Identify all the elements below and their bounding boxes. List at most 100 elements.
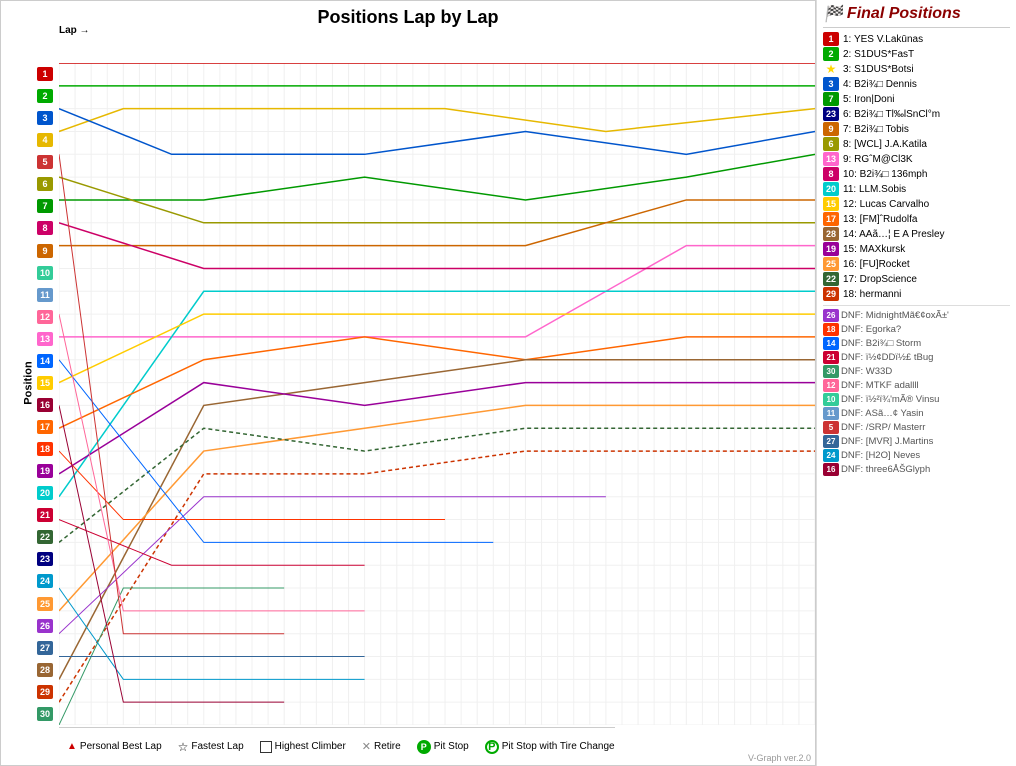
finisher-entry: 23 6: B2i¾□ Tl‰lSnCl°m [823, 107, 1010, 121]
sidebar-title: 🏁 Final Positions [823, 4, 1010, 28]
finisher-name: 2: S1DUS*FasT [843, 49, 914, 60]
finisher-name: 1: YES V.Lakūnas [843, 34, 923, 45]
highest-climber-icon [260, 741, 272, 753]
legend-item: ✕Retire [362, 740, 401, 753]
pos-badge: 2 [823, 47, 839, 61]
finishers-list: 1 1: YES V.Lakūnas 2 2: S1DUS*FasT ★ 3: S1DUS… [823, 32, 1010, 301]
dnf-badge: 27 [823, 435, 839, 448]
y-num-5: 5 [19, 151, 57, 173]
dnf-entry: 11DNF: ASã…¢ Yasin [823, 407, 1010, 420]
y-num-14: 14 [19, 350, 57, 372]
finisher-name: 10: B2i¾□ 136mph [843, 169, 927, 180]
finisher-name: 11: LLM.Sobis [843, 184, 906, 195]
legend-label: Highest Climber [275, 741, 346, 752]
star-badge: ★ [823, 62, 839, 76]
finisher-entry: 1915: MAXkursk [823, 242, 1010, 256]
finisher-name: 4: B2i¾□ Dennis [843, 79, 917, 90]
finisher-entry: 1713: [FM]ˆRudolfa [823, 212, 1010, 226]
dnf-badge: 14 [823, 337, 839, 350]
finisher-entry: 1512: Lucas Carvalho [823, 197, 1010, 211]
y-num-7: 7 [19, 195, 57, 217]
pos-badge: 1 [823, 32, 839, 46]
finisher-entry: 13 9: RGˆM@Cl3K [823, 152, 1010, 166]
chart-svg: 1234567891011121314151617181920212223242… [59, 63, 815, 725]
retire-icon: ✕ [362, 740, 371, 753]
legend-label: Pit Stop [434, 741, 469, 752]
dnf-entry: 30DNF: W33D [823, 365, 1010, 378]
y-num-18: 18 [19, 438, 57, 460]
pos-badge: 15 [823, 197, 839, 211]
dnf-entry: 26DNF: MidnightMã€¢oxÃ±' [823, 309, 1010, 322]
main-container: Positions Lap by Lap Lap → Position 1234… [0, 0, 1016, 766]
legend-item: PPit Stop with Tire Change [485, 740, 615, 754]
pit-stop-icon: P [417, 740, 431, 754]
dnf-badge: 24 [823, 449, 839, 462]
pos-badge: 28 [823, 227, 839, 241]
y-num-26: 26 [19, 615, 57, 637]
dnf-entry: 24DNF: [H2O] Neves [823, 449, 1010, 462]
y-num-21: 21 [19, 504, 57, 526]
finisher-entry: 22 17: DropScience [823, 272, 1010, 286]
y-num-16: 16 [19, 394, 57, 416]
finisher-name: 13: [FM]ˆRudolfa [843, 214, 917, 225]
pos-badge: 9 [823, 122, 839, 136]
pos-badge: 23 [823, 107, 839, 121]
y-num-28: 28 [19, 659, 57, 681]
pos-badge: 3 [823, 77, 839, 91]
finisher-entry: ★ 3: S1DUS*Botsi [823, 62, 1010, 76]
y-num-17: 17 [19, 416, 57, 438]
pos-badge: 13 [823, 152, 839, 166]
legend-label: Fastest Lap [191, 741, 243, 752]
legend-item: ▲Personal Best Lap [67, 741, 162, 752]
finisher-name: 15: MAXkursk [843, 244, 905, 255]
y-num-10: 10 [19, 262, 57, 284]
y-num-29: 29 [19, 681, 57, 703]
finisher-name: 6: B2i¾□ Tl‰lSnCl°m [843, 109, 940, 120]
pos-badge: 25 [823, 257, 839, 271]
dnf-badge: 16 [823, 463, 839, 476]
finisher-entry: 75: Iron|Doni [823, 92, 1010, 106]
y-num-19: 19 [19, 460, 57, 482]
y-num-2: 2 [19, 85, 57, 107]
dnf-list: 26DNF: MidnightMã€¢oxÃ±'18DNF: Egorka?14… [823, 305, 1010, 476]
y-num-11: 11 [19, 284, 57, 306]
pos-badge: 20 [823, 182, 839, 196]
legend-label: Personal Best Lap [80, 741, 162, 752]
y-num-27: 27 [19, 637, 57, 659]
pos-badge: 29 [823, 287, 839, 301]
finisher-name: 14: AAã…¦ E A Presley [843, 229, 945, 240]
dnf-entry: 16DNF: three6ÅŠGlyph [823, 463, 1010, 476]
y-num-6: 6 [19, 173, 57, 195]
chart-title: Positions Lap by Lap [1, 1, 815, 30]
dnf-badge: 5 [823, 421, 839, 434]
sidebar: 🏁 Final Positions 1 1: YES V.Lakūnas 2 2: S… [816, 0, 1016, 766]
dnf-entry: 12DNF: MTKF adallll [823, 379, 1010, 392]
dnf-entry: 10DNF: ï½²ï¾'mÃ® Vinsu [823, 393, 1010, 406]
dnf-entry: 14DNF: B2i¾□ Storm [823, 337, 1010, 350]
fastest-lap-icon: ☆ [178, 740, 189, 754]
dnf-badge: 30 [823, 365, 839, 378]
plot-area: 1234567891011121314151617181920212223242… [59, 63, 815, 725]
legend-bar: ▲Personal Best Lap ☆Fastest Lap Highest Cl… [59, 727, 615, 765]
y-num-12: 12 [19, 306, 57, 328]
finisher-name: 17: DropScience [843, 274, 917, 285]
y-num-8: 8 [19, 217, 57, 239]
finisher-name: 8: [WCL] J.A.Katila [843, 139, 927, 150]
lap-arrow: Lap → [59, 25, 90, 36]
finisher-entry: 9 7: B2i¾□ Tobis [823, 122, 1010, 136]
dnf-badge: 18 [823, 323, 839, 336]
y-num-9: 9 [19, 240, 57, 262]
finisher-name: 9: RGˆM@Cl3K [843, 154, 913, 165]
trophy-icon: 🏁 [823, 4, 843, 24]
pos-badge: 8 [823, 167, 839, 181]
finisher-name: 7: B2i¾□ Tobis [843, 124, 909, 135]
pos-badge: 7 [823, 92, 839, 106]
finisher-entry: 1 1: YES V.Lakūnas [823, 32, 1010, 46]
y-num-25: 25 [19, 593, 57, 615]
pos-badge: 22 [823, 272, 839, 286]
finisher-name: 3: S1DUS*Botsi [843, 64, 914, 75]
dnf-badge: 26 [823, 309, 839, 322]
finisher-name: 16: [FU]Rocket [843, 259, 910, 270]
legend-item: Highest Climber [260, 741, 346, 753]
dnf-entry: 21DNF: ï½¢DDï½£ tBug [823, 351, 1010, 364]
